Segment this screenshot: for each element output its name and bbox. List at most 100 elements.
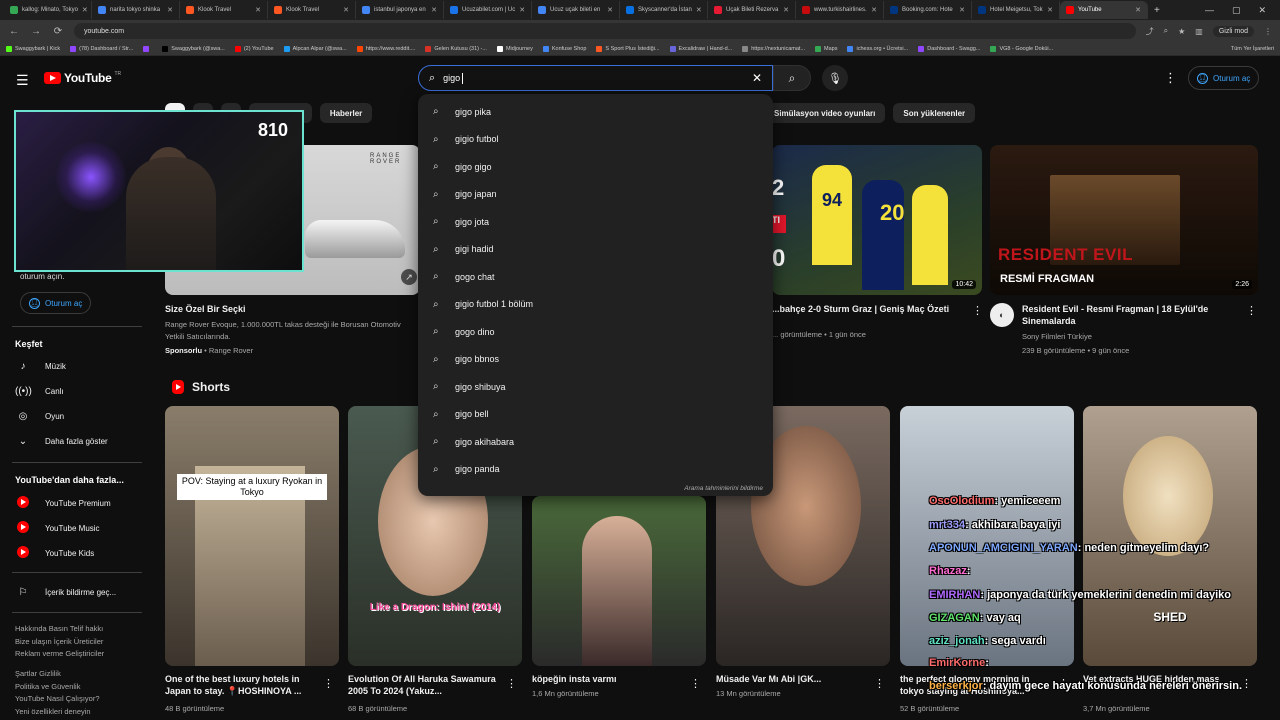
sidebar-signin-button[interactable]: 👤︎ Oturum aç <box>20 292 92 314</box>
more-options-icon[interactable]: ⋮ <box>1246 304 1257 317</box>
search-suggestion[interactable]: ⌕ gogo chat <box>418 263 773 291</box>
channel-avatar[interactable]: ◐ <box>990 303 1014 327</box>
short-thumbnail[interactable]: POV: Staying at a luxury Ryokan in Tokyo <box>165 406 339 666</box>
browser-tab[interactable]: Klook Travel ✕ <box>180 1 268 19</box>
sidepanel-icon[interactable]: ▥ <box>1195 27 1203 36</box>
more-options-icon[interactable]: ⋮ <box>1241 677 1252 690</box>
reload-icon[interactable]: ⟳ <box>52 26 64 37</box>
search-suggestion[interactable]: ⌕ gigi hadid <box>418 236 773 264</box>
sidebar-item-show-more[interactable]: ⌄ Daha fazla göster <box>15 436 108 447</box>
footer-links[interactable]: Hakkında Basın Telif hakkı Bize ulaşın İ… <box>15 623 145 661</box>
search-suggestion[interactable]: ⌕ gigo akihabara <box>418 428 773 456</box>
bookmark-item[interactable] <box>143 45 152 52</box>
url-field[interactable]: youtube.com <box>74 23 1136 39</box>
search-box[interactable]: ⌕ gigo ✕ <box>418 65 773 91</box>
video-card[interactable]: 2 TI 0 20 94 10:42 ...bahçe 2-0 Sturm Gr… <box>772 145 982 341</box>
close-tab-icon[interactable]: ✕ <box>871 6 877 14</box>
browser-tab[interactable]: Booking.com: Hote ✕ <box>884 1 972 19</box>
browser-tab[interactable]: www.turkishairlines. ✕ <box>796 1 884 19</box>
menu-icon[interactable]: ☰ <box>16 72 29 89</box>
filter-chip[interactable]: Haberler <box>319 103 373 123</box>
close-tab-icon[interactable]: ✕ <box>519 6 525 14</box>
search-suggestion[interactable]: ⌕ gogo dino <box>418 318 773 346</box>
short-thumbnail[interactable] <box>532 496 706 666</box>
short-title[interactable]: One of the best luxury hotels in Japan t… <box>165 673 315 697</box>
bookmark-item[interactable]: Dashboard - Swagg... <box>918 45 980 52</box>
more-options-icon[interactable]: ⋮ <box>323 677 334 690</box>
youtube-logo[interactable]: YouTube TR <box>44 71 121 85</box>
bookmark-item[interactable]: ichess.org • Ücretsi... <box>847 45 908 52</box>
sidebar-item-music[interactable]: ♪ Müzik <box>15 361 66 372</box>
report-predictions-link[interactable]: Arama tahminlerini bildirme <box>684 485 763 492</box>
search-suggestion[interactable]: ⌕ gigo bbnos <box>418 346 773 374</box>
external-link-icon[interactable]: ↗ <box>401 269 417 285</box>
share-icon[interactable]: ⤴ <box>1146 26 1154 37</box>
all-bookmarks[interactable]: Tüm Yer İşaretleri <box>1231 46 1274 52</box>
bookmark-item[interactable]: https://www.reddit.... <box>356 45 415 52</box>
more-options-icon[interactable]: ⋮ <box>874 677 885 690</box>
sidebar-item-live[interactable]: ((•)) Canlı <box>15 386 64 397</box>
sidebar-item-report[interactable]: ⚐ İçerik bildirme geç... <box>15 587 117 598</box>
close-window-icon[interactable]: ✕ <box>1258 5 1266 16</box>
more-options-icon[interactable]: ⋮ <box>972 304 983 317</box>
short-title[interactable]: köpeğin insta varmı <box>532 673 682 685</box>
search-input[interactable]: gigo <box>443 73 460 83</box>
search-suggestion[interactable]: ⌕ gigo panda <box>418 456 773 484</box>
close-tab-icon[interactable]: ✕ <box>1135 6 1141 14</box>
more-options-icon[interactable]: ⋮ <box>690 677 701 690</box>
bookmark-item[interactable]: Swaggybark | Kick <box>6 45 60 52</box>
close-tab-icon[interactable]: ✕ <box>167 6 173 14</box>
voice-search-button[interactable]: 🎙︎ <box>822 65 848 91</box>
minimize-icon[interactable]: — <box>1205 5 1214 16</box>
bookmark-item[interactable]: S Sport Plus İstediği... <box>596 45 660 52</box>
close-tab-icon[interactable]: ✕ <box>607 6 613 14</box>
channel-name[interactable]: Range Rover <box>209 346 253 355</box>
more-options-icon[interactable]: ⋮ <box>506 677 517 690</box>
video-card[interactable]: RESIDENT EVIL RESMİ FRAGMAN 2:26 ◐ Resid… <box>990 145 1258 355</box>
header-signin-button[interactable]: 👤︎ Oturum aç <box>1188 66 1260 90</box>
search-suggestion[interactable]: ⌕ gigo jota <box>418 208 773 236</box>
search-suggestion[interactable]: ⌕ gigo pika <box>418 98 773 126</box>
sidebar-item-premium[interactable]: YouTube Premium <box>15 496 111 511</box>
search-suggestion[interactable]: ⌕ gigo japan <box>418 181 773 209</box>
channel-name[interactable]: Sony Filmleri Türkiye <box>1022 331 1092 343</box>
short-thumbnail[interactable]: SHED <box>1083 406 1257 666</box>
video-title[interactable]: Resident Evil - Resmi Fragman | 18 Eylül… <box>1022 303 1242 327</box>
browser-menu-icon[interactable]: ⋮ <box>1264 27 1272 36</box>
browser-tab[interactable]: Ucuzabilet.com | Uc ✕ <box>444 1 532 19</box>
new-tab-icon[interactable]: + <box>1148 5 1166 16</box>
bookmark-item[interactable]: Swaggybark (@swa... <box>162 45 225 52</box>
clear-search-icon[interactable]: ✕ <box>752 71 762 85</box>
sidebar-item-music-app[interactable]: YouTube Music <box>15 521 100 536</box>
video-thumbnail[interactable]: RESIDENT EVIL RESMİ FRAGMAN 2:26 <box>990 145 1258 295</box>
bookmark-item[interactable]: Alpcan Alpar (@swa... <box>283 45 347 52</box>
search-suggestion[interactable]: ⌕ gigio futbol <box>418 126 773 154</box>
maximize-icon[interactable]: ▢ <box>1232 5 1241 16</box>
bookmark-item[interactable]: https://nextunicamat... <box>742 45 805 52</box>
browser-tab[interactable]: kallog: Minato, Tokyo ✕ <box>4 1 92 19</box>
bookmark-item[interactable]: Excalidraw | Hand-d... <box>669 45 732 52</box>
search-suggestion[interactable]: ⌕ gigo shibuya <box>418 373 773 401</box>
browser-tab[interactable]: YouTube ✕ <box>1060 1 1148 19</box>
short-title[interactable]: Müsade Var Mı Abi |GK... <box>716 673 866 685</box>
browser-tab[interactable]: Hotel Meigetsu, Tok ✕ <box>972 1 1060 19</box>
bookmark-item[interactable]: Midjourney <box>496 45 533 52</box>
filter-chip[interactable]: Son yüklenenler <box>893 103 976 123</box>
close-tab-icon[interactable]: ✕ <box>431 6 437 14</box>
zoom-icon[interactable]: ⌕ <box>1164 26 1168 36</box>
filter-chip[interactable]: Simülasyon video oyunları <box>764 103 886 123</box>
search-button[interactable]: ⌕ <box>773 65 811 91</box>
bookmark-item[interactable]: (2) YouTube <box>234 45 274 52</box>
browser-tab[interactable]: narita tokyo shinka ✕ <box>92 1 180 19</box>
browser-tab[interactable]: Skyscanner'da İstan ✕ <box>620 1 708 19</box>
video-title[interactable]: ...bahçe 2-0 Sturm Graz | Geniş Maç Özet… <box>772 303 982 315</box>
bookmark-star-icon[interactable]: ★ <box>1178 27 1185 36</box>
video-thumbnail[interactable]: 2 TI 0 20 94 10:42 <box>772 145 982 295</box>
sidebar-item-gaming[interactable]: ◎ Oyun <box>15 411 65 422</box>
browser-tab[interactable]: Uçak Bileti Rezerva ✕ <box>708 1 796 19</box>
browser-tab[interactable]: Klook Travel ✕ <box>268 1 356 19</box>
bookmark-item[interactable]: Gelen Kutusu (31) -... <box>425 45 487 52</box>
short-thumbnail[interactable] <box>900 406 1074 666</box>
forward-icon[interactable]: → <box>30 26 42 37</box>
video-title[interactable]: Size Özel Bir Seçki <box>165 303 420 315</box>
